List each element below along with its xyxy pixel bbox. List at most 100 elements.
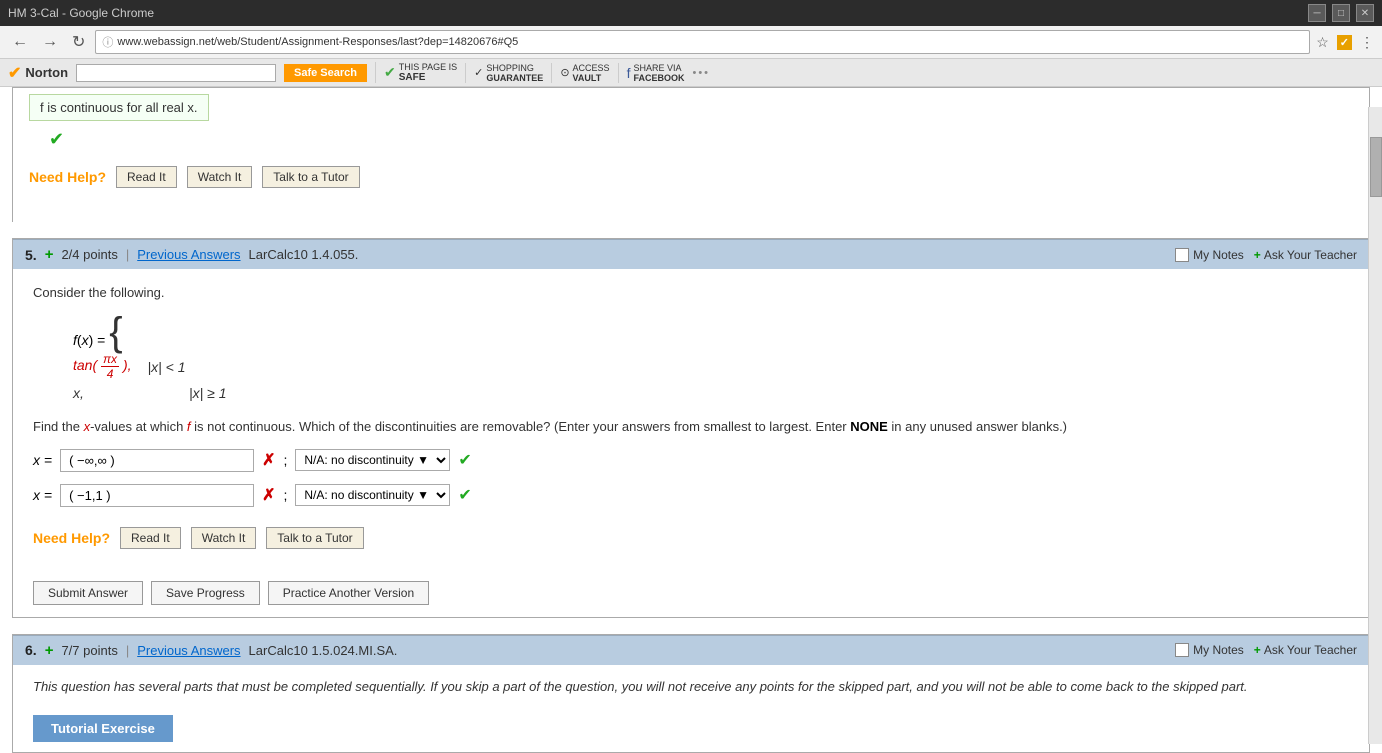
read-it-btn-q5[interactable]: Read It xyxy=(120,527,181,549)
talk-tutor-btn-top[interactable]: Talk to a Tutor xyxy=(262,166,359,188)
watch-it-btn-q5[interactable]: Watch It xyxy=(191,527,257,549)
norton-logo: ✔ Norton xyxy=(8,63,68,83)
submit-answer-btn[interactable]: Submit Answer xyxy=(33,581,143,605)
row2-check-icon: ✔ xyxy=(458,485,471,505)
case-1-row: tan( πx 4 ), |x| < 1 xyxy=(73,352,1349,381)
case-2-cond: |x| ≥ 1 xyxy=(189,385,227,401)
page-safe-item: ✔ THIS PAGE IS SAFE xyxy=(375,62,457,83)
safe-check-icon: ✔ xyxy=(384,64,396,81)
q5-plus-icon: + xyxy=(45,246,54,263)
answer-row-2: x = ✗ ; N/A: no discontinuity ▼ ✔ xyxy=(33,484,1349,507)
none-kw: NONE xyxy=(850,419,888,434)
row1-check-icon: ✔ xyxy=(458,450,471,470)
answer-checkmark-top: ✔ xyxy=(49,129,64,149)
norton-toolbar: ✔ Norton Safe Search ✔ THIS PAGE IS SAFE… xyxy=(0,59,1382,87)
shopping-item: ✓ SHOPPING GUARANTEE xyxy=(465,63,543,83)
page-safe-label: THIS PAGE IS xyxy=(399,62,457,72)
q6-points: 7/7 points xyxy=(61,643,117,658)
vault-icon: ⊙ xyxy=(560,66,569,79)
close-btn[interactable]: ✕ xyxy=(1356,4,1374,22)
need-help-q5: Need Help? Read It Watch It Talk to a Tu… xyxy=(33,519,1349,553)
practice-another-btn[interactable]: Practice Another Version xyxy=(268,581,429,605)
q5-prev-answers[interactable]: Previous Answers xyxy=(137,247,240,262)
q6-prev-answers[interactable]: Previous Answers xyxy=(137,643,240,658)
question-5-container: 5. + 2/4 points | Previous Answers LarCa… xyxy=(12,238,1370,618)
refresh-button[interactable]: ↻ xyxy=(68,30,89,54)
shopping-label: SHOPPING xyxy=(486,63,543,73)
need-help-top: Need Help? Read It Watch It Talk to a Tu… xyxy=(29,158,1353,192)
watch-it-btn-top[interactable]: Watch It xyxy=(187,166,253,188)
q6-header-right: My Notes + Ask Your Teacher xyxy=(1175,643,1357,657)
continuous-statement: f is continuous for all real x. xyxy=(29,94,209,121)
back-button[interactable]: ← xyxy=(8,31,32,53)
q5-ask-teacher-label: Ask Your Teacher xyxy=(1264,248,1357,262)
case-2-expr: x, xyxy=(73,385,173,401)
row2-error-icon: ✗ xyxy=(262,485,275,505)
access-vault-item: ⊙ ACCESS VAULT xyxy=(551,63,609,83)
star-icon[interactable]: ☆ xyxy=(1316,34,1329,51)
row1-error-icon: ✗ xyxy=(262,450,275,470)
share-sub: FACEBOOK xyxy=(633,73,684,83)
forward-button[interactable]: → xyxy=(38,31,62,53)
norton-search-input[interactable] xyxy=(76,64,276,82)
row1-dropdown[interactable]: N/A: no discontinuity ▼ xyxy=(295,449,450,471)
q6-number: 6. xyxy=(25,642,37,658)
answer-row-1: x = ✗ ; N/A: no discontinuity ▼ ✔ xyxy=(33,449,1349,472)
more-dots-icon[interactable]: ••• xyxy=(692,67,710,79)
q5-my-notes-btn[interactable]: My Notes xyxy=(1175,248,1244,262)
q6-ask-teacher-btn[interactable]: + Ask Your Teacher xyxy=(1254,643,1357,657)
q5-header-left: 5. + 2/4 points | Previous Answers LarCa… xyxy=(25,246,358,263)
talk-tutor-btn-q5[interactable]: Talk to a Tutor xyxy=(266,527,363,549)
safe-search-button[interactable]: Safe Search xyxy=(284,64,367,82)
case-1-expr: tan( πx 4 ), xyxy=(73,352,132,381)
scrollbar-thumb[interactable] xyxy=(1370,137,1382,197)
row2-semicolon: ; xyxy=(283,487,287,503)
need-help-label-q5: Need Help? xyxy=(33,530,110,546)
q5-notes-label: My Notes xyxy=(1193,248,1244,262)
browser-title: HM 3-Cal - Google Chrome xyxy=(8,6,154,20)
q5-reference: LarCalc10 1.4.055. xyxy=(249,247,359,262)
notes-icon-q5 xyxy=(1175,248,1189,262)
menu-icon[interactable]: ⋮ xyxy=(1360,34,1374,51)
nav-icons: ☆ ✓ ⋮ xyxy=(1316,34,1374,51)
ask-plus-icon-q5: + xyxy=(1254,248,1261,262)
row2-dropdown[interactable]: N/A: no discontinuity ▼ xyxy=(295,484,450,506)
top-partial-section: f is continuous for all real x. ✔ Need H… xyxy=(12,87,1370,204)
f-var: f xyxy=(187,419,191,434)
page-content: f is continuous for all real x. ✔ Need H… xyxy=(0,87,1382,753)
shopping-sub: GUARANTEE xyxy=(486,73,543,83)
access-sub: VAULT xyxy=(573,73,610,83)
question-5-header: 5. + 2/4 points | Previous Answers LarCa… xyxy=(13,239,1369,269)
q6-header-left: 6. + 7/7 points | Previous Answers LarCa… xyxy=(25,642,397,659)
q6-my-notes-btn[interactable]: My Notes xyxy=(1175,643,1244,657)
question-6-body: This question has several parts that mus… xyxy=(13,665,1369,710)
page-scrollbar[interactable] xyxy=(1368,107,1382,744)
question-5-body: Consider the following. f(x) = { tan( πx… xyxy=(13,269,1369,569)
minimize-btn[interactable]: ─ xyxy=(1308,4,1326,22)
maximize-btn[interactable]: □ xyxy=(1332,4,1350,22)
ask-plus-icon-q6: + xyxy=(1254,643,1261,657)
address-bar[interactable]: ⓘ www.webassign.net/web/Student/Assignme… xyxy=(95,30,1310,54)
question-6-container: 6. + 7/7 points | Previous Answers LarCa… xyxy=(12,634,1370,753)
row2-label: x = xyxy=(33,487,52,503)
q6-intro-text: This question has several parts that mus… xyxy=(33,677,1349,698)
row2-input[interactable] xyxy=(60,484,254,507)
read-it-btn-top[interactable]: Read It xyxy=(116,166,177,188)
q5-header-right: My Notes + Ask Your Teacher xyxy=(1175,248,1357,262)
url-text: www.webassign.net/web/Student/Assignment… xyxy=(117,36,1303,48)
frac-denominator: 4 xyxy=(105,367,116,381)
tutorial-exercise-btn[interactable]: Tutorial Exercise xyxy=(33,715,173,742)
brace-icon: { xyxy=(109,310,122,354)
q5-points: 2/4 points xyxy=(61,247,117,262)
q6-notes-label: My Notes xyxy=(1193,643,1244,657)
window-controls[interactable]: ─ □ ✕ xyxy=(1308,4,1374,22)
extension-icon[interactable]: ✓ xyxy=(1337,35,1352,50)
facebook-icon: f xyxy=(627,65,631,81)
question-6-header: 6. + 7/7 points | Previous Answers LarCa… xyxy=(13,635,1369,665)
save-progress-btn[interactable]: Save Progress xyxy=(151,581,260,605)
q6-ask-teacher-label: Ask Your Teacher xyxy=(1264,643,1357,657)
piecewise-cases: tan( πx 4 ), |x| < 1 x, |x| ≥ 1 xyxy=(73,352,1349,401)
row1-input[interactable] xyxy=(60,449,254,472)
q5-ask-teacher-btn[interactable]: + Ask Your Teacher xyxy=(1254,248,1357,262)
title-bar: HM 3-Cal - Google Chrome ─ □ ✕ xyxy=(0,0,1382,26)
